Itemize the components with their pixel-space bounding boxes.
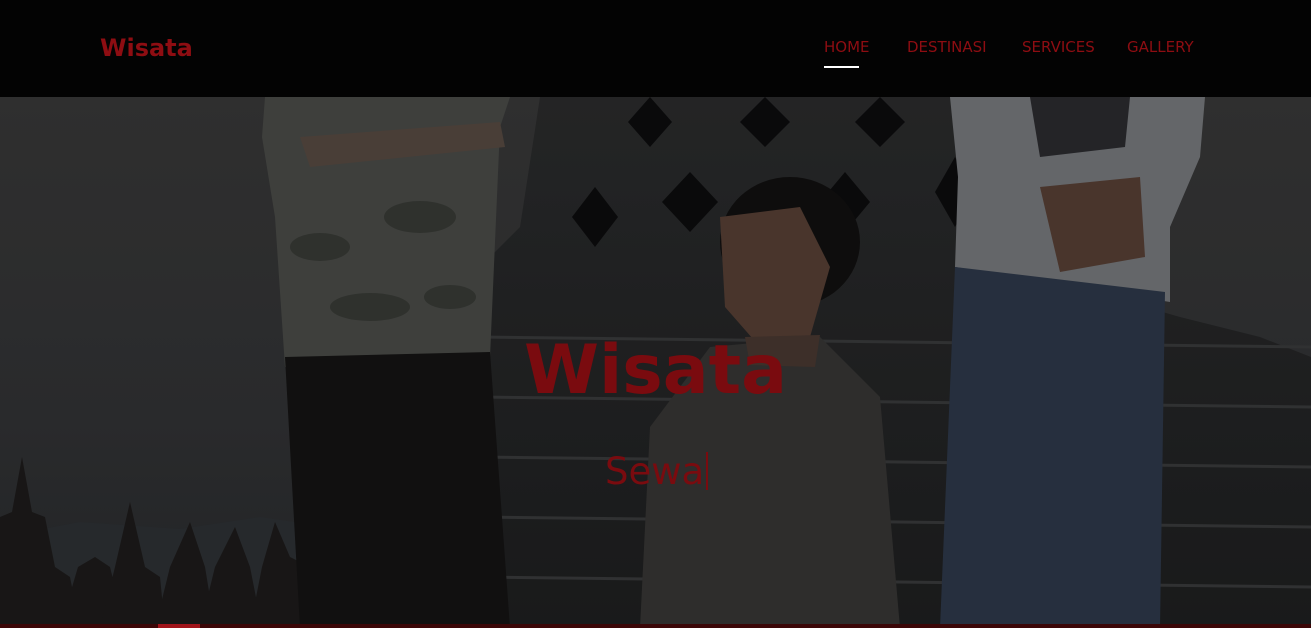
- typing-cursor: [706, 452, 709, 490]
- hero-section: Wisata Sewa: [0, 97, 1311, 628]
- top-navbar: Wisata HOME DESTINASI SERVICES GALLERY: [0, 0, 1311, 97]
- hero-title: Wisata: [523, 331, 788, 410]
- nav-links: HOME DESTINASI SERVICES GALLERY: [0, 38, 1311, 70]
- bottom-accent-segment: [158, 624, 200, 628]
- bottom-accent-line: [0, 624, 1311, 628]
- hero-subtitle-text: Sewa: [605, 450, 705, 493]
- nav-link-services[interactable]: SERVICES: [1022, 38, 1095, 56]
- nav-link-home[interactable]: HOME: [824, 38, 870, 68]
- nav-link-gallery[interactable]: GALLERY: [1127, 38, 1194, 56]
- nav-link-destinasi[interactable]: DESTINASI: [907, 38, 987, 56]
- hero-subtitle-typing: Sewa: [605, 450, 709, 493]
